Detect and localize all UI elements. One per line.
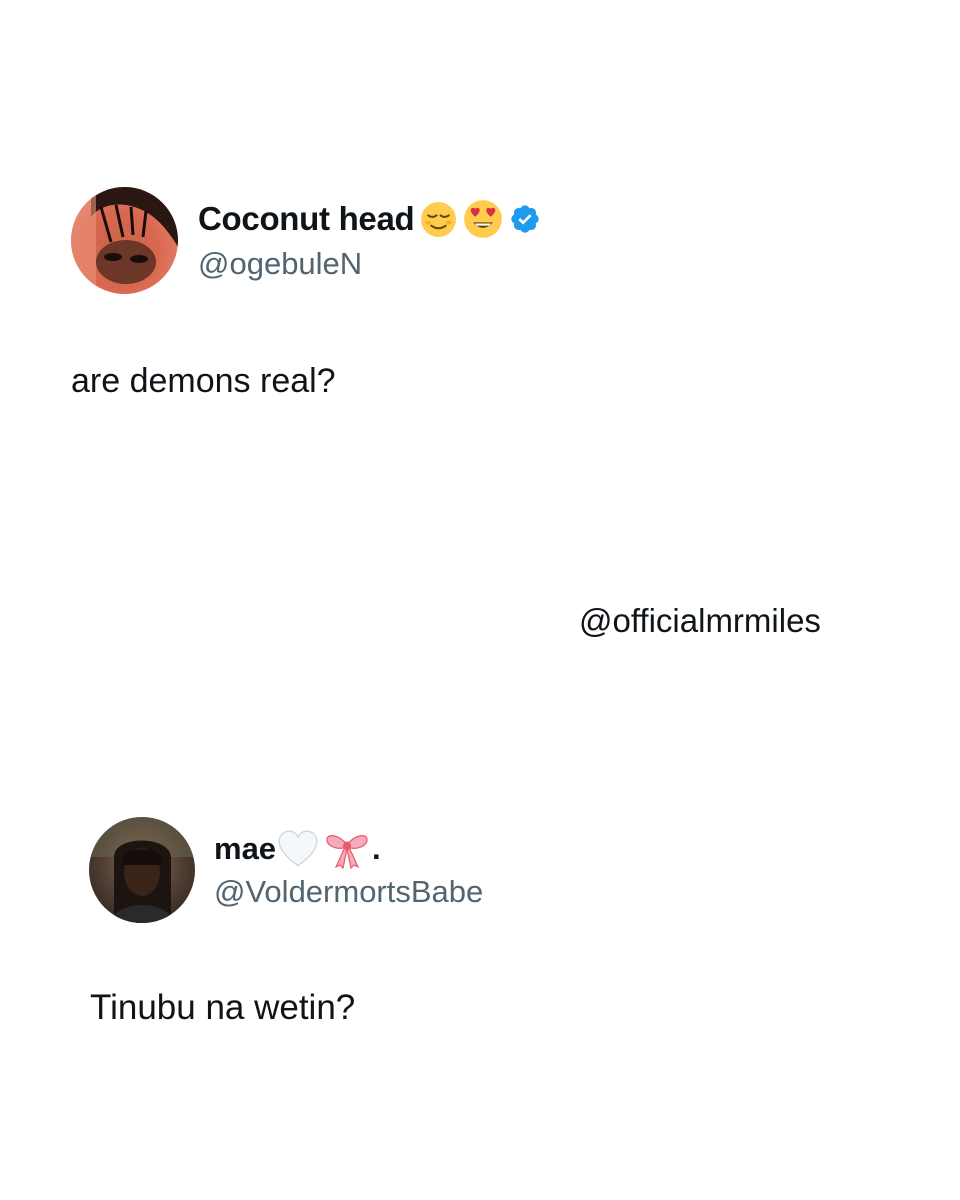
- display-name[interactable]: Coconut head: [198, 200, 415, 238]
- avatar[interactable]: [89, 817, 195, 923]
- white-heart-emoji: [278, 830, 318, 868]
- author-name-row[interactable]: Coconut head: [198, 196, 541, 242]
- tweet-text: Tinubu na wetin?: [90, 988, 356, 1027]
- heart-eyes-emoji: [463, 199, 503, 239]
- avatar-photo: [89, 817, 195, 923]
- verified-badge-icon: [509, 203, 541, 235]
- relieved-face-emoji: [420, 201, 457, 238]
- watermark-handle: @officialmrmiles: [579, 602, 821, 639]
- author-handle[interactable]: @ogebuleN: [198, 246, 362, 282]
- pink-ribbon-emoji: [324, 829, 370, 869]
- display-name-suffix[interactable]: .: [372, 831, 381, 867]
- avatar[interactable]: [71, 187, 178, 294]
- author-name-row[interactable]: mae .: [214, 826, 381, 872]
- tweet-text: are demons real?: [71, 362, 336, 400]
- author-handle[interactable]: @VoldermortsBabe: [214, 874, 483, 910]
- display-name[interactable]: mae: [214, 831, 276, 867]
- avatar-photo: [71, 187, 178, 294]
